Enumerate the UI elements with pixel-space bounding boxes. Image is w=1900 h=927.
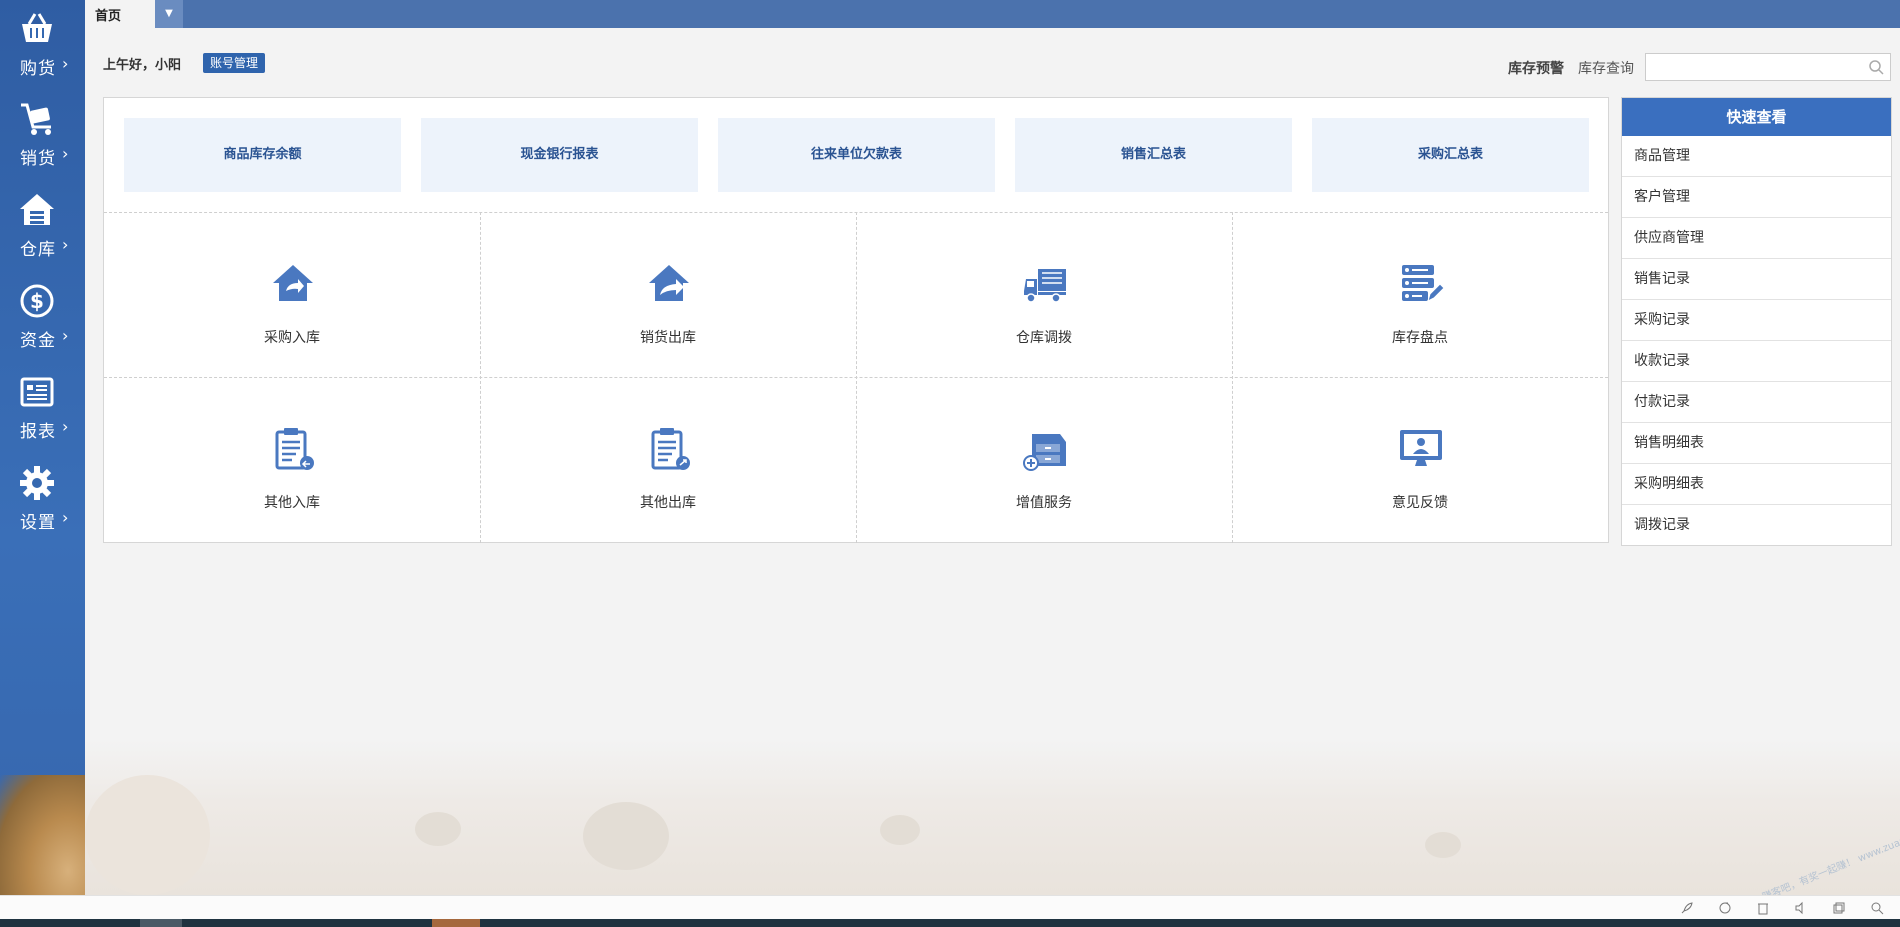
sidebar-item-label: 报表 <box>20 422 56 442</box>
gear-icon <box>20 466 54 500</box>
dollar-icon: $ <box>20 284 54 318</box>
sidebar-item-settings[interactable]: 设置 › <box>0 456 85 546</box>
action-other-out[interactable]: 其他出库 <box>480 378 856 542</box>
action-purchase-in[interactable]: 采购入库 <box>104 213 480 377</box>
action-warehouse-transfer[interactable]: 仓库调拨 <box>856 213 1232 377</box>
action-label: 增值服务 <box>1016 495 1072 511</box>
window-icon[interactable] <box>1832 901 1846 915</box>
quick-item-purchase-details[interactable]: 采购明细表 <box>1622 464 1891 505</box>
hay-bale <box>1425 832 1461 858</box>
quick-item-product-management[interactable]: 商品管理 <box>1622 136 1891 177</box>
quick-item-sales-records[interactable]: 销售记录 <box>1622 259 1891 300</box>
chevron-down-icon[interactable]: ▼ <box>155 0 183 28</box>
action-label: 其他出库 <box>640 495 696 511</box>
quick-item-supplier-management[interactable]: 供应商管理 <box>1622 218 1891 259</box>
status-bar <box>0 895 1900 919</box>
report-icon <box>20 377 54 407</box>
clipboard-in-icon <box>275 428 314 470</box>
stock-search-box <box>1645 53 1891 81</box>
main-panel: 商品库存余额 现金银行报表 往来单位欠款表 销售汇总表 采购汇总表 采购入库 销… <box>103 97 1609 543</box>
action-label: 销货出库 <box>640 330 696 346</box>
chevron-right-icon: › <box>62 508 69 527</box>
sidebar-item-sales[interactable]: 销货 › <box>0 92 85 182</box>
background-photo <box>0 775 85 895</box>
action-feedback[interactable]: 意见反馈 <box>1232 378 1608 542</box>
cabinet-plus-icon <box>1023 434 1066 471</box>
action-value-added-services[interactable]: 增值服务 <box>856 378 1232 542</box>
quick-item-sales-details[interactable]: 销售明细表 <box>1622 423 1891 464</box>
action-inventory-count[interactable]: 库存盘点 <box>1232 213 1608 377</box>
chevron-right-icon: › <box>62 326 69 345</box>
stock-query-label: 库存查询 <box>1578 61 1634 77</box>
report-inventory-balance-button[interactable]: 商品库存余额 <box>124 118 401 192</box>
tab-home[interactable]: 首页 <box>85 0 155 28</box>
search-icon[interactable] <box>1870 901 1884 915</box>
quick-item-purchase-records[interactable]: 采购记录 <box>1622 300 1891 341</box>
quick-view-panel: 快速查看 商品管理 客户管理 供应商管理 销售记录 采购记录 收款记录 付款记录… <box>1621 97 1892 546</box>
report-purchase-summary-button[interactable]: 采购汇总表 <box>1312 118 1589 192</box>
chevron-right-icon: › <box>62 54 69 73</box>
action-label: 意见反馈 <box>1392 495 1448 511</box>
action-other-in[interactable]: 其他入库 <box>104 378 480 542</box>
greeting-text: 上午好，小阳 <box>103 58 182 73</box>
quick-item-customer-management[interactable]: 客户管理 <box>1622 177 1891 218</box>
quick-view-title: 快速查看 <box>1622 98 1891 136</box>
sidebar-item-label: 设置 <box>20 513 56 533</box>
speaker-icon[interactable] <box>1794 901 1808 915</box>
chevron-right-icon: › <box>62 417 69 436</box>
search-icon[interactable] <box>1868 59 1884 75</box>
monitor-user-icon <box>1400 430 1442 466</box>
sidebar-item-label: 仓库 <box>20 240 56 260</box>
sidebar-item-warehouse[interactable]: 仓库 › <box>0 183 85 273</box>
hay-bale <box>85 775 210 895</box>
report-cash-bank-button[interactable]: 现金银行报表 <box>421 118 698 192</box>
action-label: 仓库调拨 <box>1016 330 1072 346</box>
background-field <box>85 740 1900 895</box>
account-management-button[interactable]: 账号管理 <box>203 53 266 73</box>
report-sales-summary-button[interactable]: 销售汇总表 <box>1015 118 1292 192</box>
hay-bale <box>583 802 669 870</box>
sidebar-item-label: 销货 <box>20 149 56 169</box>
action-sales-out[interactable]: 销货出库 <box>480 213 856 377</box>
svg-text:$: $ <box>30 289 44 313</box>
refresh-icon[interactable] <box>1718 901 1732 915</box>
chevron-right-icon: › <box>62 235 69 254</box>
trash-icon[interactable] <box>1756 901 1770 915</box>
chevron-right-icon: › <box>62 144 69 163</box>
sidebar-item-funds[interactable]: $ 资金 › <box>0 274 85 364</box>
truck-icon <box>1024 269 1066 303</box>
house-arrow-in-icon <box>273 265 313 301</box>
cart-icon <box>21 103 51 135</box>
sidebar-item-reports[interactable]: 报表 › <box>0 365 85 455</box>
basket-icon <box>22 13 52 42</box>
house-arrow-out-icon <box>649 265 689 301</box>
quick-item-receipt-records[interactable]: 收款记录 <box>1622 341 1891 382</box>
warehouse-icon <box>20 194 54 225</box>
action-label: 库存盘点 <box>1392 330 1448 346</box>
stock-search-input[interactable] <box>1646 54 1856 80</box>
sidebar-item-label: 购货 <box>20 59 56 79</box>
action-label: 其他入库 <box>264 495 320 511</box>
quick-item-payment-records[interactable]: 付款记录 <box>1622 382 1891 423</box>
os-taskbar <box>0 919 1900 927</box>
taskbar-item[interactable] <box>140 919 182 927</box>
server-edit-icon <box>1402 265 1444 302</box>
sidebar-item-label: 资金 <box>20 331 56 351</box>
hay-bale <box>880 815 920 845</box>
tab-bar: 首页 ▼ <box>85 0 1900 28</box>
rocket-icon[interactable] <box>1680 901 1694 915</box>
sidebar-item-purchase[interactable]: 购货 › <box>0 2 85 92</box>
clipboard-out-icon <box>651 428 690 470</box>
taskbar-item[interactable] <box>432 919 480 927</box>
report-unit-debts-button[interactable]: 往来单位欠款表 <box>718 118 995 192</box>
quick-item-transfer-records[interactable]: 调拨记录 <box>1622 505 1891 546</box>
stock-warning-link[interactable]: 库存预警 <box>1508 58 1564 78</box>
action-label: 采购入库 <box>264 330 320 346</box>
sidebar: 购货 › 销货 › 仓库 › $ 资金 › 报表 › 设置 › <box>0 0 85 895</box>
hay-bale <box>415 812 461 846</box>
